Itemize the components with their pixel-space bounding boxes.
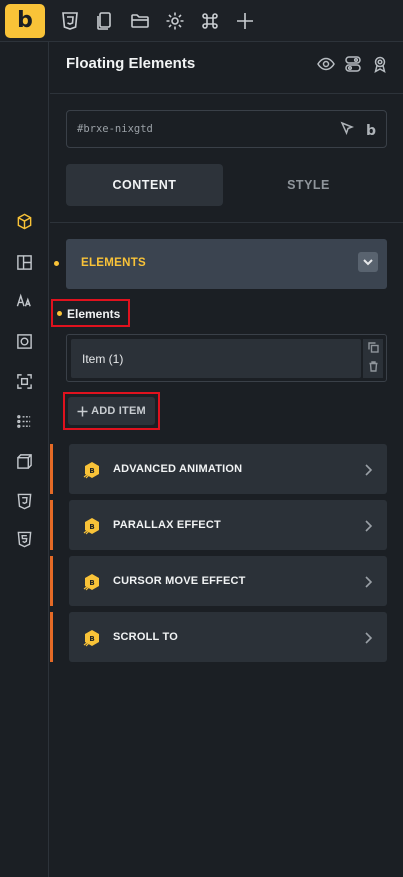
section-advanced-animation[interactable]: B ADVANCED ANIMATION [69,444,387,494]
trash-icon[interactable] [368,359,379,377]
section-label: CURSOR MOVE EFFECT [113,575,246,587]
svg-text:B: B [89,579,94,587]
elements-group-header[interactable]: ELEMENTS [54,239,387,289]
chevron-right-icon [363,575,373,588]
tab-style[interactable]: STYLE [230,164,387,206]
add-item-highlight: ADD ITEM [63,392,160,430]
left-sidebar [0,42,49,877]
section-parallax-effect[interactable]: B PARALLAX EFFECT [69,500,387,550]
command-icon[interactable] [199,10,221,32]
toggle-icon[interactable] [343,54,362,73]
section-accent-bar [50,556,53,606]
html5-icon[interactable] [15,530,33,548]
app-logo[interactable]: b [5,3,45,38]
element-panel: Floating Elements #brxe-nixgtd b CONTENT… [50,42,403,877]
cursor-pointer-icon[interactable] [340,121,355,140]
chevron-right-icon [363,631,373,644]
panel-title: Floating Elements [66,55,196,72]
settings-icon[interactable] [164,10,186,32]
section-label: SCROLL TO [113,631,178,643]
css3-icon[interactable] [15,492,33,510]
elements-field-label-highlight: Elements [51,299,130,327]
add-item-label: ADD ITEM [91,405,146,417]
add-item-button[interactable]: ADD ITEM [68,397,155,425]
section-accent-bar [50,500,53,550]
element-id-actions: b [340,121,376,140]
chevron-down-icon[interactable] [358,252,378,272]
group-label: ELEMENTS [81,257,147,269]
element-id-text: #brxe-nixgtd [77,123,153,135]
repeater-item[interactable]: Item (1) [71,339,361,378]
elements-field-label: Elements [67,307,121,321]
section-accent-bar [50,612,53,662]
chevron-right-icon [363,463,373,476]
eye-icon[interactable] [316,54,335,73]
duplicate-icon[interactable] [367,340,379,358]
section-accent-bar [50,444,53,494]
tab-content[interactable]: CONTENT [66,164,223,206]
section-label: PARALLAX EFFECT [113,519,221,531]
addon-logo-icon: B [83,518,99,535]
panel-header-actions [316,54,389,73]
typography-icon[interactable] [15,292,33,310]
panel-tabs: CONTENT STYLE [66,164,387,206]
modified-dot [57,311,62,316]
svg-text:B: B [89,467,94,475]
section-cursor-move-effect[interactable]: B CURSOR MOVE EFFECT [69,556,387,606]
pages-icon[interactable] [94,10,116,32]
repeater-item-label: Item (1) [82,352,124,366]
addon-logo-icon: B [83,630,99,647]
top-toolbar: b [0,0,403,42]
chevron-right-icon [363,519,373,532]
section-label: ADVANCED ANIMATION [113,463,243,475]
plus-icon[interactable] [234,10,256,32]
elements-repeater: Item (1) [66,334,387,382]
repeater-item-actions [363,339,383,378]
plus-icon [77,406,88,416]
transform-icon[interactable] [15,452,33,470]
grid-dots-icon[interactable] [15,412,33,430]
cube-icon[interactable] [15,212,33,230]
badge-icon[interactable] [370,54,389,73]
divider [50,222,403,223]
section-scroll-to[interactable]: B SCROLL TO [69,612,387,662]
border-icon[interactable] [15,332,33,350]
svg-text:B: B [89,523,94,531]
folder-icon[interactable] [129,10,151,32]
element-id-field[interactable]: #brxe-nixgtd b [66,110,387,148]
css3-icon[interactable] [59,10,81,32]
brand-logo-icon[interactable]: b [366,123,376,139]
modified-dot [54,261,59,266]
addon-logo-icon: B [83,462,99,479]
svg-text:B: B [89,635,94,643]
layout-icon[interactable] [15,253,33,271]
addon-logo-icon: B [83,574,99,591]
panel-header: Floating Elements [50,42,403,94]
spacing-icon[interactable] [15,372,33,390]
